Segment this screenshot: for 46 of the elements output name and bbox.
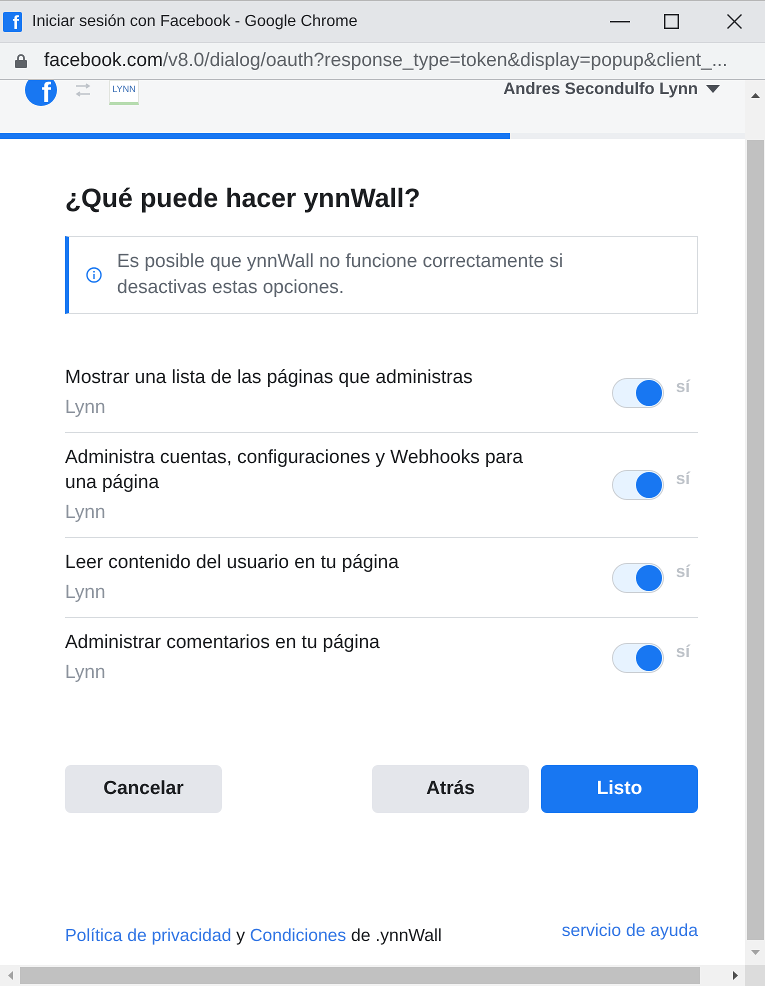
lock-icon[interactable] [15,54,27,68]
up-arrow-icon[interactable] [750,92,760,98]
account-menu[interactable]: Andres Secondulfo Lynn [503,80,720,99]
toggle-state-label: sí [676,378,690,396]
maximize-icon[interactable] [664,14,679,29]
terms-link[interactable]: Condiciones [250,925,346,945]
page-logo[interactable]: LYNN [109,80,139,105]
toggle-state-label: sí [676,642,690,660]
left-arrow-icon[interactable] [8,971,12,980]
vertical-scrollbar[interactable] [745,80,765,965]
permission-title: Mostrar una lista de las páginas que administras [65,366,474,390]
brand-logo[interactable]: f [25,80,57,106]
permission-title: Leer contenido del usuario en tu página [65,551,400,575]
caret-icon [706,85,720,93]
permission-page: Lynn [65,396,106,420]
permission-page: Lynn [65,581,106,605]
permission-page: Lynn [65,501,106,525]
privacy-link[interactable]: Política de privacidad [65,925,232,945]
toggle-switch[interactable] [612,378,664,408]
scrollbar-thumb[interactable] [746,140,764,940]
help-link[interactable]: servicio de ayuda [562,920,698,940]
done-button[interactable]: Listo [541,765,698,813]
down-arrow-icon[interactable] [750,950,760,955]
right-arrow-icon[interactable] [732,971,738,980]
close-icon[interactable] [727,14,742,29]
horizontal-scrollbar[interactable] [0,965,765,986]
permission-page: Lynn [65,661,106,685]
window-title: Iniciar sesión con Facebook - Google Chrome [32,12,358,30]
url-text[interactable]: facebook.com/v8.0/dialog/oauth?response_type=token&display=popup&client_... [44,50,728,72]
toggle-state-label: sí [676,562,690,580]
favicon: f [3,12,22,32]
permission-title: Administrar comentarios en tu página [65,631,381,655]
notice-text: Es posible que ynnWall no funcione correctamente si desactivas estas opciones. [117,250,564,300]
minimize-icon[interactable] [610,20,630,22]
dialog-title: ¿Qué puede hacer ynnWall? [65,183,422,213]
footer-text: Política de privacidad y Condiciones de .ynnWall [65,924,442,945]
toggle-switch[interactable] [612,642,664,672]
permission-title: Administra cuentas, configuraciones y Webhooks para una página [65,446,524,495]
toggle-switch[interactable] [612,470,664,500]
toggle-state-label: sí [676,470,690,488]
info-icon [86,267,102,283]
scrollbar-corner [745,965,765,986]
back-button[interactable]: Atrás [372,765,529,813]
cancel-button[interactable]: Cancelar [65,765,222,813]
toggle-switch[interactable] [612,562,664,592]
scrollbar-thumb[interactable] [20,967,700,984]
